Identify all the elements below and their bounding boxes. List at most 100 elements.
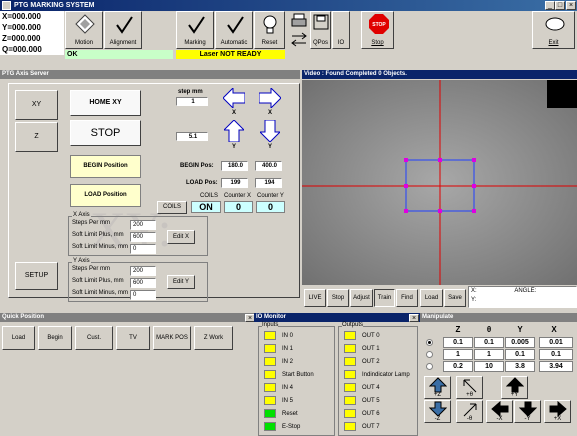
output-label-1: OUT 1	[362, 346, 380, 352]
y-plus-input[interactable]: 600	[130, 278, 156, 288]
home-xy-button[interactable]: HOME XY	[70, 90, 141, 116]
jog-minus-y-button[interactable]: -Y	[514, 400, 541, 423]
jog-plus-z-button[interactable]: +Z	[424, 376, 451, 399]
io-close-icon[interactable]: ×	[409, 314, 419, 322]
marking-button[interactable]: Marking	[176, 11, 214, 49]
xy-mode-button[interactable]: XY	[15, 90, 58, 120]
output-label-4: OUT 4	[362, 385, 380, 391]
quick-load-button[interactable]: Load	[2, 326, 35, 350]
video-train-button[interactable]: Train	[374, 289, 395, 307]
output-led-4	[344, 383, 356, 392]
motion-button[interactable]: Motion	[65, 11, 103, 49]
manip-step-field[interactable]: 0.01	[539, 337, 573, 348]
jog-minus-x-button[interactable]: X	[221, 86, 247, 118]
manip-row-radio-1[interactable]	[426, 351, 433, 358]
setup-button[interactable]: SETUP	[15, 262, 58, 290]
begin-y-field[interactable]: 400.0	[255, 161, 282, 171]
arrow-down-icon	[258, 119, 282, 143]
rotate-cw-icon	[463, 379, 476, 393]
step-mm-input[interactable]: 1	[176, 97, 208, 106]
quick-cust-button[interactable]: Cust.	[75, 326, 113, 350]
stop-axis-button[interactable]: STOP	[70, 120, 141, 146]
coils-button[interactable]: COILS	[157, 201, 187, 214]
inputs-group	[258, 326, 335, 436]
x-plus-input[interactable]: 600	[130, 232, 156, 242]
output-label-0: OUT 0	[362, 333, 380, 339]
svg-text:STOP: STOP	[372, 22, 386, 28]
manip-step-field[interactable]: 0.2	[443, 361, 473, 372]
counter-y-value: 0	[256, 201, 285, 213]
quick-position-header: Quick Position	[0, 313, 254, 322]
manip-step-field[interactable]: 10	[474, 361, 504, 372]
reset-button[interactable]: Reset	[254, 11, 285, 49]
quick-z-work-button[interactable]: Z Work	[194, 326, 233, 350]
jog-minus-z-label: -Z	[434, 416, 441, 422]
quick-tv-button[interactable]: TV	[116, 326, 150, 350]
jog-plus-x-button[interactable]: X	[257, 86, 283, 118]
jog-minus-x-label: -X	[496, 416, 503, 422]
qpos-button[interactable]: QPos	[310, 11, 331, 49]
video-feed[interactable]	[302, 80, 577, 285]
video-stop-button[interactable]: Stop	[327, 289, 349, 307]
quick-mark-pos-button[interactable]: MARK POS	[153, 326, 191, 350]
jog-plus-y-button[interactable]: Y	[221, 119, 247, 150]
x-minus-input[interactable]: 0	[130, 244, 156, 254]
cloud-icon	[545, 17, 565, 31]
manip-row-radio-0[interactable]	[426, 339, 433, 346]
printer-icon[interactable]	[290, 13, 308, 30]
video-live-button[interactable]: LIVE	[304, 289, 326, 307]
manip-step-field[interactable]: 1	[443, 349, 473, 360]
x-steps-input[interactable]: 200	[130, 220, 156, 230]
manip-step-field[interactable]: 3.94	[539, 361, 573, 372]
jog-minus-y-button[interactable]: Y	[257, 119, 283, 150]
jog-plus-theta-button[interactable]: +θ	[456, 376, 483, 399]
jog-minus-theta-button[interactable]: -θ	[456, 400, 483, 423]
input-led-4	[264, 383, 276, 392]
maximize-button[interactable]: □	[555, 1, 565, 10]
alignment-button[interactable]: Alignment	[104, 11, 142, 49]
jog-plus-y-button[interactable]: +Y	[501, 376, 528, 399]
minimize-button[interactable]: _	[545, 1, 555, 10]
manip-step-field[interactable]: 0.1	[539, 349, 573, 360]
counter-x-value: 0	[224, 201, 253, 213]
close-button[interactable]: ×	[566, 1, 576, 10]
jog-minus-x-button[interactable]: -X	[486, 400, 513, 423]
arrow-right-icon	[549, 401, 567, 417]
manip-step-field[interactable]: 3.8	[505, 361, 535, 372]
arrow-down-icon	[518, 401, 537, 417]
load-pos-label: LOAD Pos:	[186, 180, 218, 186]
load-y-field[interactable]: 194	[255, 178, 282, 188]
io-button[interactable]: IO	[332, 11, 350, 49]
load-position-button[interactable]: LOAD Position	[70, 184, 141, 207]
jog-minus-y-label: -Y	[524, 416, 531, 422]
manip-step-field[interactable]: 0.1	[505, 349, 535, 360]
video-save-button[interactable]: Save	[444, 289, 466, 307]
exit-button[interactable]: Exit	[532, 11, 575, 49]
manip-step-field[interactable]: 0.1	[474, 337, 504, 348]
coils-header: COILS	[200, 193, 219, 199]
jog-plus-x-button[interactable]: +X	[544, 400, 571, 423]
manip-step-field[interactable]: 1	[474, 349, 504, 360]
y-steps-input[interactable]: 200	[130, 266, 156, 276]
quick-begin-button[interactable]: Begin	[38, 326, 72, 350]
edit-y-button[interactable]: Edit Y	[167, 275, 195, 289]
jog-plus-y-label: +Y	[510, 392, 519, 398]
stop-button[interactable]: STOP Stop	[361, 11, 394, 49]
begin-x-field[interactable]: 180.0	[221, 161, 248, 171]
automatic-button[interactable]: Automatic	[215, 11, 253, 49]
manip-step-field[interactable]: 0.005	[505, 337, 535, 348]
manip-row-radio-2[interactable]	[426, 363, 433, 370]
input-label-0: IN 0	[282, 333, 294, 339]
manip-step-field[interactable]: 0.1	[443, 337, 473, 348]
jog-minus-z-button[interactable]: -Z	[424, 400, 451, 423]
swap-arrows-icon[interactable]	[290, 31, 308, 48]
load-x-field[interactable]: 199	[221, 178, 248, 188]
step2-input[interactable]: 5.1	[176, 132, 208, 141]
video-adjust-button[interactable]: Adjust	[350, 289, 373, 307]
z-mode-button[interactable]: Z	[15, 122, 58, 152]
y-minus-input[interactable]: 0	[130, 290, 156, 300]
video-find-button[interactable]: Find	[396, 289, 418, 307]
video-load-button[interactable]: Load	[420, 289, 443, 307]
edit-x-button[interactable]: Edit X	[167, 230, 195, 244]
begin-position-button[interactable]: BEGIN Position	[70, 155, 141, 178]
